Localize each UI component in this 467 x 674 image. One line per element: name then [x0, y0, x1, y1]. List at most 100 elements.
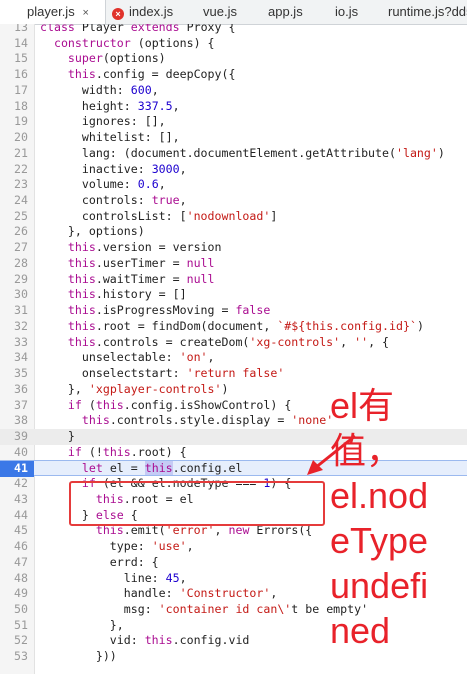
- code-text: height: 337.5,: [40, 98, 180, 113]
- annotation-line: ned: [330, 610, 391, 651]
- code-line[interactable]: 32 this.root = findDom(document, `#${thi…: [0, 319, 467, 335]
- code-text: this.root = findDom(document, `#${this.c…: [67, 318, 424, 333]
- line-number[interactable]: 22: [0, 162, 28, 178]
- editor-tab-bar: player.js × × index.js vue.js app.js io.js…: [0, 0, 467, 25]
- line-number[interactable]: 42: [0, 476, 28, 492]
- code-line[interactable]: 25 controlsList: ['nodownload']: [0, 209, 467, 225]
- code-text: this.userTimer = null: [67, 255, 215, 270]
- tab-runtime-js[interactable]: runtime.js?dd5: [388, 0, 467, 24]
- code-text: let el = this.config.el: [81, 461, 243, 476]
- code-text: type: 'use',: [40, 539, 194, 554]
- line-number[interactable]: 33: [0, 335, 28, 351]
- code-line[interactable]: 24 controls: true,: [0, 193, 467, 209]
- line-number[interactable]: 28: [0, 256, 28, 272]
- line-number[interactable]: 34: [0, 350, 28, 366]
- code-text: ignores: [],: [40, 114, 166, 129]
- line-number[interactable]: 17: [0, 83, 28, 99]
- line-number[interactable]: 20: [0, 130, 28, 146]
- line-number[interactable]: 35: [0, 366, 28, 382]
- line-number[interactable]: 44: [0, 508, 28, 524]
- line-number[interactable]: 15: [0, 51, 28, 67]
- tab-label: runtime.js?dd5: [388, 4, 467, 19]
- line-number[interactable]: 19: [0, 114, 28, 130]
- code-text: }, 'xgplayer-controls'): [40, 381, 229, 396]
- code-line[interactable]: 14 constructor (options) {: [0, 36, 467, 52]
- tab-vue-js[interactable]: vue.js: [193, 0, 263, 24]
- close-icon[interactable]: ×: [81, 1, 91, 24]
- line-number[interactable]: 23: [0, 177, 28, 193]
- code-line[interactable]: 34 unselectable: 'on',: [0, 350, 467, 366]
- code-line[interactable]: 23 volume: 0.6,: [0, 177, 467, 193]
- line-number[interactable]: 46: [0, 539, 28, 555]
- code-text: width: 600,: [40, 82, 159, 97]
- line-number[interactable]: 32: [0, 319, 28, 335]
- code-line[interactable]: 18 height: 337.5,: [0, 99, 467, 115]
- tab-label: app.js: [268, 4, 303, 19]
- code-line[interactable]: 27 this.version = version: [0, 240, 467, 256]
- tab-app-js[interactable]: app.js: [263, 0, 333, 24]
- line-number[interactable]: 18: [0, 99, 28, 115]
- line-number[interactable]: 39: [0, 429, 28, 445]
- annotation-line: el.nod: [330, 475, 429, 516]
- line-number[interactable]: 25: [0, 209, 28, 225]
- code-line[interactable]: 33 this.controls = createDom('xg-control…: [0, 335, 467, 351]
- line-number[interactable]: 37: [0, 398, 28, 414]
- code-line[interactable]: 31 this.isProgressMoving = false: [0, 303, 467, 319]
- line-number[interactable]: 43: [0, 492, 28, 508]
- code-line[interactable]: 19 ignores: [],: [0, 114, 467, 130]
- code-text: whitelist: [],: [40, 130, 180, 145]
- code-line[interactable]: 29 this.waitTimer = null: [0, 272, 467, 288]
- code-line[interactable]: 16 this.config = deepCopy({: [0, 67, 467, 83]
- line-number[interactable]: 51: [0, 618, 28, 634]
- line-number[interactable]: 40: [0, 445, 28, 461]
- annotation-line: eType: [330, 520, 429, 561]
- code-text: }: [40, 428, 75, 443]
- code-line[interactable]: 21 lang: (document.documentElement.getAt…: [0, 146, 467, 162]
- code-text: this.controls = createDom('xg-controls',…: [67, 334, 390, 349]
- line-number[interactable]: 30: [0, 287, 28, 303]
- code-text: },: [40, 617, 124, 632]
- line-number[interactable]: 38: [0, 413, 28, 429]
- line-number[interactable]: 49: [0, 586, 28, 602]
- line-number[interactable]: 14: [0, 36, 28, 52]
- line-number[interactable]: 21: [0, 146, 28, 162]
- code-text: super(options): [67, 51, 166, 66]
- tab-player-js[interactable]: player.js ×: [0, 0, 106, 24]
- code-line[interactable]: 28 this.userTimer = null: [0, 256, 467, 272]
- line-number[interactable]: 53: [0, 649, 28, 665]
- line-number[interactable]: 36: [0, 382, 28, 398]
- line-number[interactable]: 16: [0, 67, 28, 83]
- code-line[interactable]: 26 }, options): [0, 224, 467, 240]
- line-number[interactable]: 13: [0, 24, 28, 36]
- code-text: if (!this.root) {: [67, 444, 187, 459]
- tab-io-js[interactable]: io.js: [333, 0, 388, 24]
- line-number[interactable]: 31: [0, 303, 28, 319]
- line-number[interactable]: 24: [0, 193, 28, 209]
- line-number[interactable]: 45: [0, 523, 28, 539]
- code-text: msg: 'container id can\'t be empty': [40, 602, 369, 616]
- line-number[interactable]: 27: [0, 240, 28, 256]
- code-text: errd: {: [40, 554, 159, 569]
- annotation-box: [69, 481, 325, 526]
- code-text: this.waitTimer = null: [67, 271, 215, 286]
- annotation-line: 值，: [330, 430, 403, 471]
- line-number[interactable]: 50: [0, 602, 28, 618]
- code-line[interactable]: 30 this.history = []: [0, 287, 467, 303]
- code-text: line: 45,: [40, 570, 187, 585]
- code-line[interactable]: 22 inactive: 3000,: [0, 162, 467, 178]
- code-line[interactable]: 17 width: 600,: [0, 83, 467, 99]
- line-number[interactable]: 41: [0, 461, 34, 478]
- line-number[interactable]: 48: [0, 571, 28, 587]
- error-icon: ×: [112, 8, 124, 20]
- tab-index-js[interactable]: × index.js: [106, 0, 193, 24]
- code-line[interactable]: 13 class Player extends Proxy {: [0, 24, 467, 36]
- line-number[interactable]: 26: [0, 224, 28, 240]
- line-number[interactable]: 47: [0, 555, 28, 571]
- code-line[interactable]: 15 super(options): [0, 51, 467, 67]
- line-number[interactable]: 52: [0, 633, 28, 649]
- line-number[interactable]: 29: [0, 272, 28, 288]
- code-line[interactable]: 20 whitelist: [],: [0, 130, 467, 146]
- code-text: lang: (document.documentElement.getAttri…: [40, 145, 445, 160]
- code-line[interactable]: 35 onselectstart: 'return false': [0, 366, 467, 382]
- code-text: vid: this.config.vid: [40, 633, 250, 648]
